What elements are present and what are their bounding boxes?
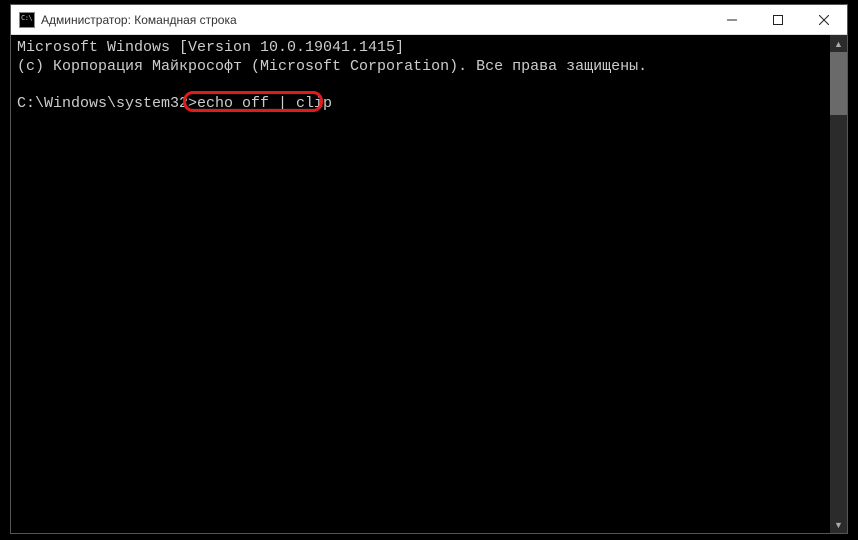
close-button[interactable]: [801, 5, 847, 35]
output-line: Microsoft Windows [Version 10.0.19041.14…: [17, 39, 404, 56]
maximize-button[interactable]: [755, 5, 801, 35]
prompt-text: C:\Windows\system32>: [17, 95, 197, 112]
titlebar[interactable]: Администратор: Командная строка: [11, 5, 847, 35]
terminal-content[interactable]: Microsoft Windows [Version 10.0.19041.14…: [11, 35, 847, 533]
minimize-button[interactable]: [709, 5, 755, 35]
window-title: Администратор: Командная строка: [41, 13, 237, 27]
scroll-up-arrow[interactable]: ▲: [830, 35, 847, 52]
annotation-highlight: [183, 91, 323, 112]
cmd-icon: [19, 12, 35, 28]
scroll-down-arrow[interactable]: ▼: [830, 516, 847, 533]
scrollbar-track[interactable]: ▲ ▼: [830, 35, 847, 533]
window-frame: Администратор: Командная строка Microsof…: [10, 4, 848, 534]
scrollbar-thumb[interactable]: [830, 52, 847, 115]
output-line: (c) Корпорация Майкрософт (Microsoft Cor…: [17, 58, 647, 75]
terminal-body[interactable]: Microsoft Windows [Version 10.0.19041.14…: [11, 35, 847, 533]
